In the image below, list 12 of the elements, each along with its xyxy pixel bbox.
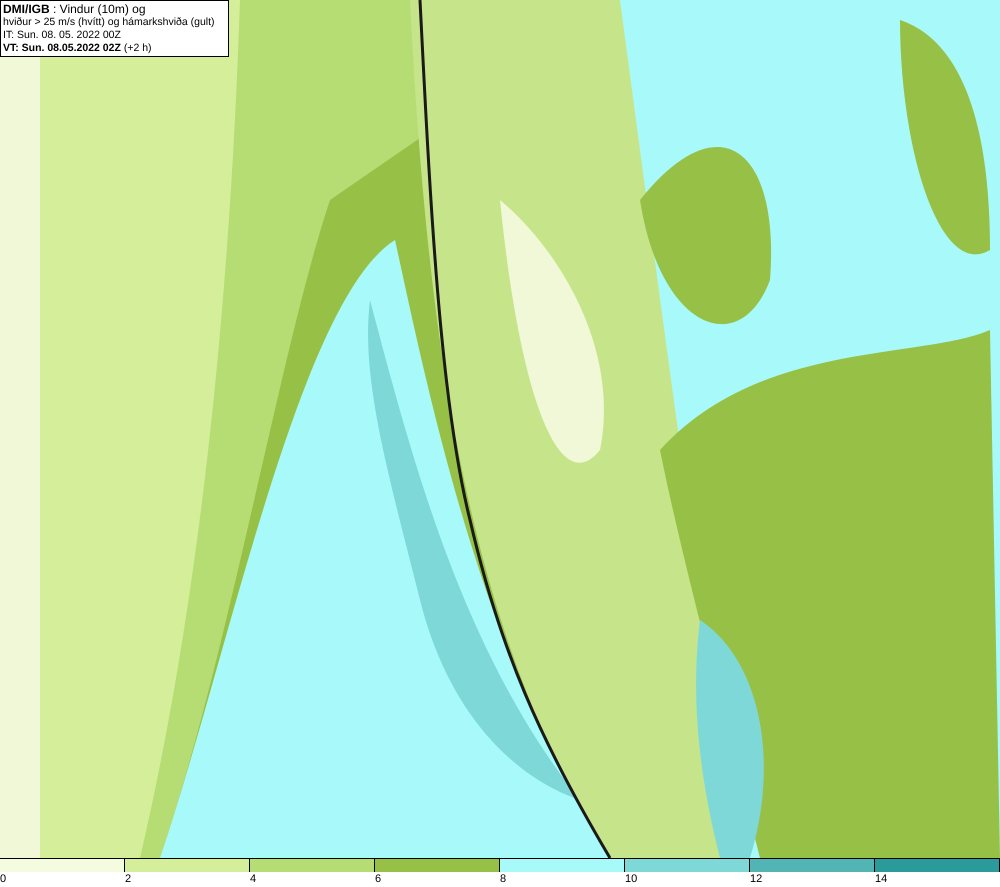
legend-tick-label: 0 bbox=[0, 872, 6, 887]
legend-tick-label: 6 bbox=[375, 872, 382, 887]
legend-tick-label: 14 bbox=[875, 872, 888, 887]
legend-tick-label: 12 bbox=[750, 872, 762, 887]
legend-tick-label: 10 bbox=[625, 872, 638, 887]
info-text: hviður > 25 m/s (hvítt) og hámarkshviða (gult) bbox=[3, 16, 216, 29]
info-text: DMI/IGB : Vindur (10m) og bbox=[3, 2, 146, 16]
legend-tick-label: 8 bbox=[500, 872, 506, 887]
legend-tick-label: 2 bbox=[125, 872, 132, 887]
info-text: VT: Sun. 08.05.2022 02Z (+2 h) bbox=[3, 42, 153, 55]
legend-tick-label: 4 bbox=[250, 872, 256, 887]
info-text: IT: Sun. 08. 05. 2022 00Z bbox=[3, 29, 122, 42]
